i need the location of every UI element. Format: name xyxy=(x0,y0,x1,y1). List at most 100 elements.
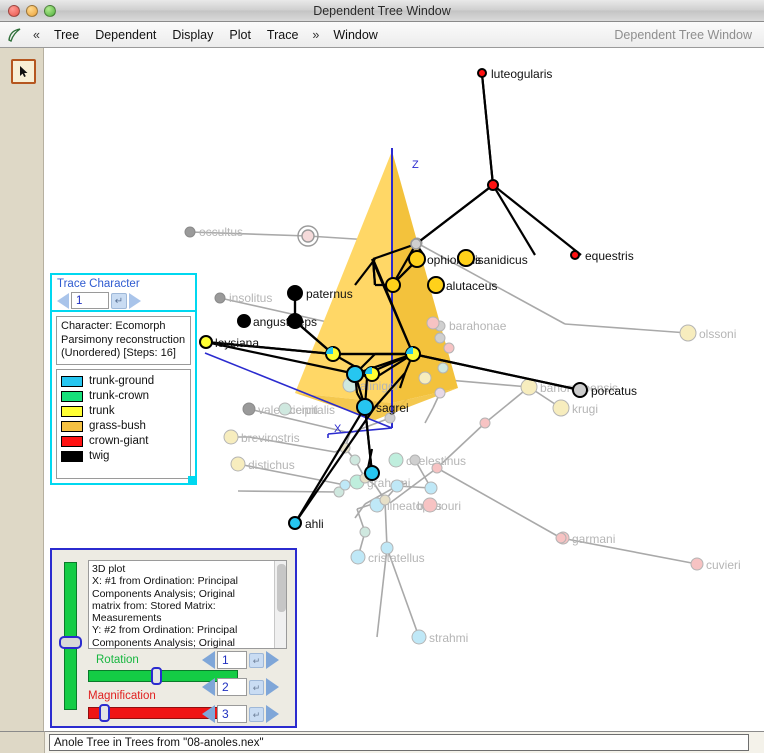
menu-tree[interactable]: Tree xyxy=(46,26,87,44)
internal-node[interactable] xyxy=(444,343,454,353)
taxon-node[interactable] xyxy=(185,227,195,237)
spinner-enter-icon[interactable]: ↵ xyxy=(111,293,127,309)
taxon-node-isanidicus[interactable] xyxy=(458,250,474,266)
tree-canvas[interactable]: Z Y X occultus insolitus barahonae olsso… xyxy=(45,48,764,731)
arrow-tool-button[interactable] xyxy=(11,59,36,84)
internal-node-crown-giant[interactable] xyxy=(488,180,498,190)
internal-node[interactable] xyxy=(350,455,360,465)
taxon-node[interactable] xyxy=(680,325,696,341)
taxon-node-paternus[interactable] xyxy=(288,286,302,300)
menu-plot[interactable]: Plot xyxy=(221,26,259,44)
trace-character-spinner[interactable]: 1 ↵ xyxy=(57,292,190,309)
internal-node[interactable] xyxy=(381,542,393,554)
internal-node[interactable] xyxy=(435,333,445,343)
internal-node[interactable] xyxy=(302,230,314,242)
trace-description-wrap: Character: Ecomorph Parsimony reconstruc… xyxy=(52,312,195,369)
taxon-node-porcatus[interactable] xyxy=(573,383,587,397)
internal-node[interactable] xyxy=(556,533,566,543)
taxon-node[interactable] xyxy=(691,558,703,570)
menu-dependent[interactable]: Dependent xyxy=(87,26,164,44)
internal-node[interactable] xyxy=(419,372,431,384)
mesquite-app-icon[interactable] xyxy=(3,24,27,46)
internal-node[interactable] xyxy=(391,480,403,492)
spinner-enter-icon[interactable]: ↵ xyxy=(249,707,264,722)
vertical-slider-thumb[interactable] xyxy=(59,636,82,649)
taxon-node-luteogularis[interactable] xyxy=(478,69,486,77)
internal-node-twig[interactable] xyxy=(288,314,302,328)
spinner-next-arrow-icon[interactable] xyxy=(266,651,279,669)
legend-item[interactable]: trunk-crown xyxy=(61,389,186,404)
menu-display[interactable]: Display xyxy=(164,26,221,44)
internal-node[interactable] xyxy=(360,527,370,537)
taxon-node-alutaceus[interactable] xyxy=(428,277,444,293)
plot-spinner-1[interactable]: 1 ↵ xyxy=(202,651,279,669)
menu-next-chevron[interactable]: » xyxy=(306,26,325,44)
taxon-node[interactable] xyxy=(423,498,437,512)
internal-node-grass-bush[interactable] xyxy=(386,278,400,292)
plot-control-panel[interactable]: 3D plot X: #1 from Ordination: Principal… xyxy=(50,548,297,728)
internal-node[interactable] xyxy=(340,480,350,490)
taxon-node[interactable] xyxy=(412,630,426,644)
internal-node-gray[interactable] xyxy=(411,239,421,249)
taxon-node[interactable] xyxy=(351,550,365,564)
taxon-label-krugi: krugi xyxy=(572,402,598,416)
plot-spinner-value-3[interactable]: 3 xyxy=(217,705,247,723)
internal-node[interactable] xyxy=(380,495,390,505)
plot-spinner-value-1[interactable]: 1 xyxy=(217,651,247,669)
spinner-prev-arrow-icon[interactable] xyxy=(57,293,69,309)
internal-node-pie[interactable] xyxy=(326,347,340,361)
internal-node[interactable] xyxy=(480,418,490,428)
menu-window[interactable]: Window xyxy=(325,26,385,44)
internal-node-pie[interactable] xyxy=(406,347,420,361)
legend-item[interactable]: grass-bush xyxy=(61,419,186,434)
spinner-enter-icon[interactable]: ↵ xyxy=(249,653,264,668)
internal-node[interactable] xyxy=(438,363,448,373)
magnification-slider-thumb[interactable] xyxy=(99,704,110,722)
legend-item[interactable]: trunk-ground xyxy=(61,374,186,389)
spinner-enter-icon[interactable]: ↵ xyxy=(249,680,264,695)
taxon-label-strahmi: strahmi xyxy=(429,631,468,645)
plot-text-scrollbar[interactable] xyxy=(274,561,286,648)
internal-node-pie[interactable] xyxy=(365,367,379,381)
menu-prev-chevron[interactable]: « xyxy=(27,26,46,44)
spinner-prev-arrow-icon[interactable] xyxy=(202,651,215,669)
legend-item[interactable]: twig xyxy=(61,449,186,464)
plot-spinner-3[interactable]: 3 ↵ xyxy=(202,705,279,723)
taxon-node[interactable] xyxy=(389,453,403,467)
taxon-node-ahli[interactable] xyxy=(289,517,301,529)
taxon-node[interactable] xyxy=(231,457,245,471)
menu-trace[interactable]: Trace xyxy=(259,26,307,44)
rotation-slider-thumb[interactable] xyxy=(151,667,162,685)
trace-character-value[interactable]: 1 xyxy=(71,292,109,309)
taxon-node-loysiana[interactable] xyxy=(200,336,212,348)
internal-node-trunk-ground[interactable] xyxy=(347,366,363,382)
taxon-node-sagrei[interactable] xyxy=(357,399,373,415)
taxon-node[interactable] xyxy=(279,403,291,415)
legend-item[interactable]: crown-giant xyxy=(61,434,186,449)
internal-node[interactable] xyxy=(432,463,442,473)
trace-character-panel[interactable]: Trace Character 1 ↵ Character: Ecomorph … xyxy=(50,273,197,485)
plot-spinner-2[interactable]: 2 ↵ xyxy=(202,678,279,696)
taxon-node[interactable] xyxy=(521,379,537,395)
plot-spinner-value-2[interactable]: 2 xyxy=(217,678,247,696)
taxon-node-angusticeps[interactable] xyxy=(238,315,250,327)
taxon-node[interactable] xyxy=(215,293,225,303)
scrollbar-thumb[interactable] xyxy=(277,564,286,612)
spinner-next-arrow-icon[interactable] xyxy=(266,705,279,723)
taxon-node[interactable] xyxy=(224,430,238,444)
spinner-prev-arrow-icon[interactable] xyxy=(202,705,215,723)
panel-resize-handle[interactable] xyxy=(188,476,195,483)
taxon-node-equestris[interactable] xyxy=(571,251,579,259)
taxon-node[interactable] xyxy=(243,403,255,415)
internal-node-trunk-ground[interactable] xyxy=(365,466,379,480)
internal-node[interactable] xyxy=(410,455,420,465)
taxon-node-ophiolepis[interactable] xyxy=(409,251,425,267)
legend-item[interactable]: trunk xyxy=(61,404,186,419)
spinner-next-arrow-icon[interactable] xyxy=(266,678,279,696)
spinner-prev-arrow-icon[interactable] xyxy=(202,678,215,696)
internal-node[interactable] xyxy=(435,388,445,398)
taxon-node[interactable] xyxy=(553,400,569,416)
internal-node[interactable] xyxy=(425,482,437,494)
internal-node[interactable] xyxy=(427,317,439,329)
spinner-next-arrow-icon[interactable] xyxy=(129,293,141,309)
